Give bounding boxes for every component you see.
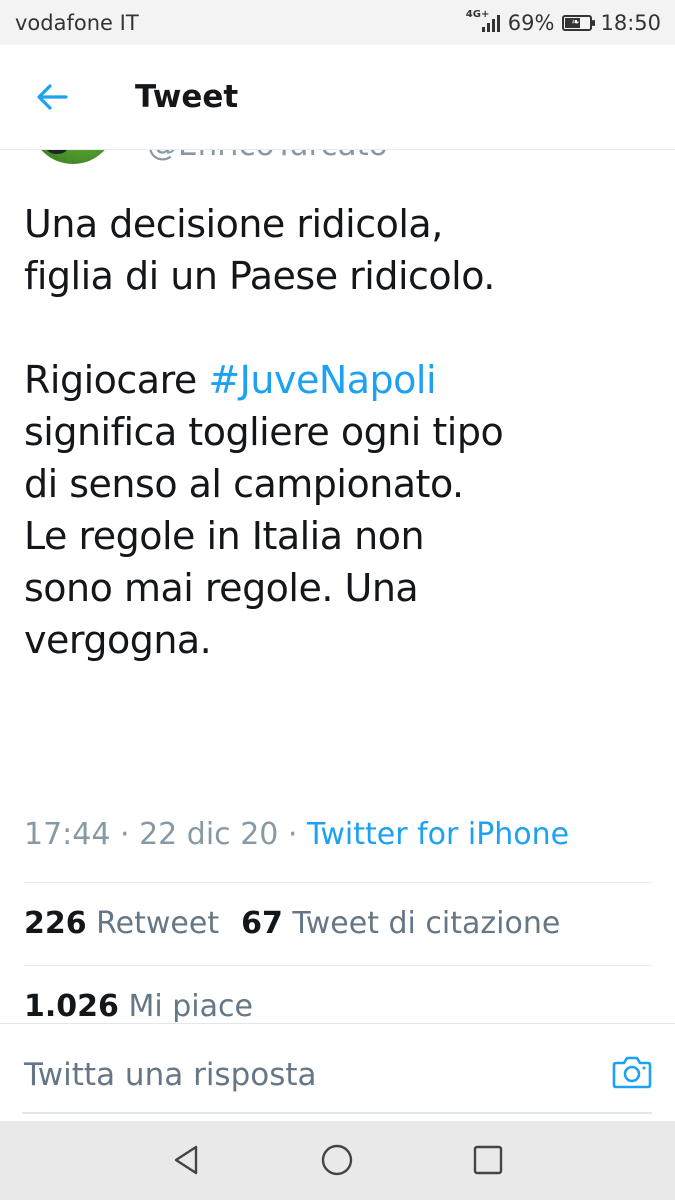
battery-icon: ❧	[562, 15, 596, 31]
quotes-count: 67	[241, 906, 283, 941]
author-handle[interactable]: @EnricoTurcato	[147, 150, 388, 163]
tweet-line: Una decisione ridicola,	[24, 202, 443, 246]
signal-icon: 4G+	[466, 9, 500, 34]
tweet-line: di senso al campionato.	[24, 462, 464, 506]
reply-bar: Twitta una risposta	[0, 1023, 675, 1122]
tweet-detail-screen: vodafone IT 4G+ 69% ❧ 18:50 Tweet @Enric…	[0, 0, 675, 1200]
retweets-label: Retweet	[96, 906, 220, 941]
page-title: Tweet	[135, 79, 239, 115]
meta-separator: ·	[278, 817, 307, 852]
tweet-line: Rigiocare #JuveNapoli	[24, 354, 664, 406]
tweet-text: Una decisione ridicola, figlia di un Pae…	[24, 198, 664, 666]
divider	[24, 882, 652, 883]
tweet-source-link[interactable]: Twitter for iPhone	[307, 817, 569, 852]
tweet-line: figlia di un Paese ridicolo.	[24, 254, 495, 298]
divider	[24, 965, 652, 966]
retweets-stat[interactable]: 226 Retweet	[24, 906, 219, 941]
tweet-date: 22 dic 20	[139, 817, 279, 852]
quotes-stat[interactable]: 67 Tweet di citazione	[241, 906, 560, 941]
avatar[interactable]	[30, 150, 116, 164]
status-icons: 4G+ 69% ❧ 18:50	[466, 9, 661, 35]
hashtag-link[interactable]: #JuveNapoli	[208, 358, 436, 402]
carrier-name: vodafone IT	[15, 11, 139, 35]
tweet-time: 17:44	[24, 817, 111, 852]
tweet-author[interactable]: @EnricoTurcato	[0, 150, 675, 170]
camera-icon[interactable]	[612, 1054, 652, 1090]
tweet-line: significa togliere ogni tipo	[24, 410, 504, 454]
reply-placeholder: Twitta una risposta	[24, 1057, 317, 1093]
tweet-line: Le regole in Italia non	[24, 514, 425, 558]
status-bar: vodafone IT 4G+ 69% ❧ 18:50	[0, 0, 675, 45]
tweet-line: vergogna.	[24, 618, 212, 662]
nav-recents-icon[interactable]	[471, 1143, 505, 1177]
tweet-stats: 226 Retweet 67 Tweet di citazione	[24, 906, 560, 941]
arrow-left-icon[interactable]	[34, 79, 70, 115]
clock: 18:50	[600, 11, 661, 35]
app-header: Tweet	[0, 45, 675, 150]
tweet-line: sono mai regole. Una	[24, 566, 419, 610]
reply-input[interactable]: Twitta una risposta	[22, 1024, 652, 1114]
tweet-line-prefix: Rigiocare	[24, 358, 209, 402]
likes-label: Mi piace	[128, 989, 253, 1022]
nav-home-icon[interactable]	[320, 1143, 354, 1177]
retweets-count: 226	[24, 906, 87, 941]
battery-percent: 69%	[507, 11, 555, 35]
meta-separator: ·	[110, 817, 140, 852]
likes-stat[interactable]: 1.026 Mi piace	[24, 989, 253, 1022]
system-nav-bar	[0, 1121, 675, 1200]
quotes-label: Tweet di citazione	[292, 906, 561, 941]
nav-back-icon[interactable]	[170, 1143, 204, 1177]
tweet-meta: 17:44 · 22 dic 20 · Twitter for iPhone	[24, 817, 569, 852]
likes-count: 1.026	[24, 989, 119, 1022]
